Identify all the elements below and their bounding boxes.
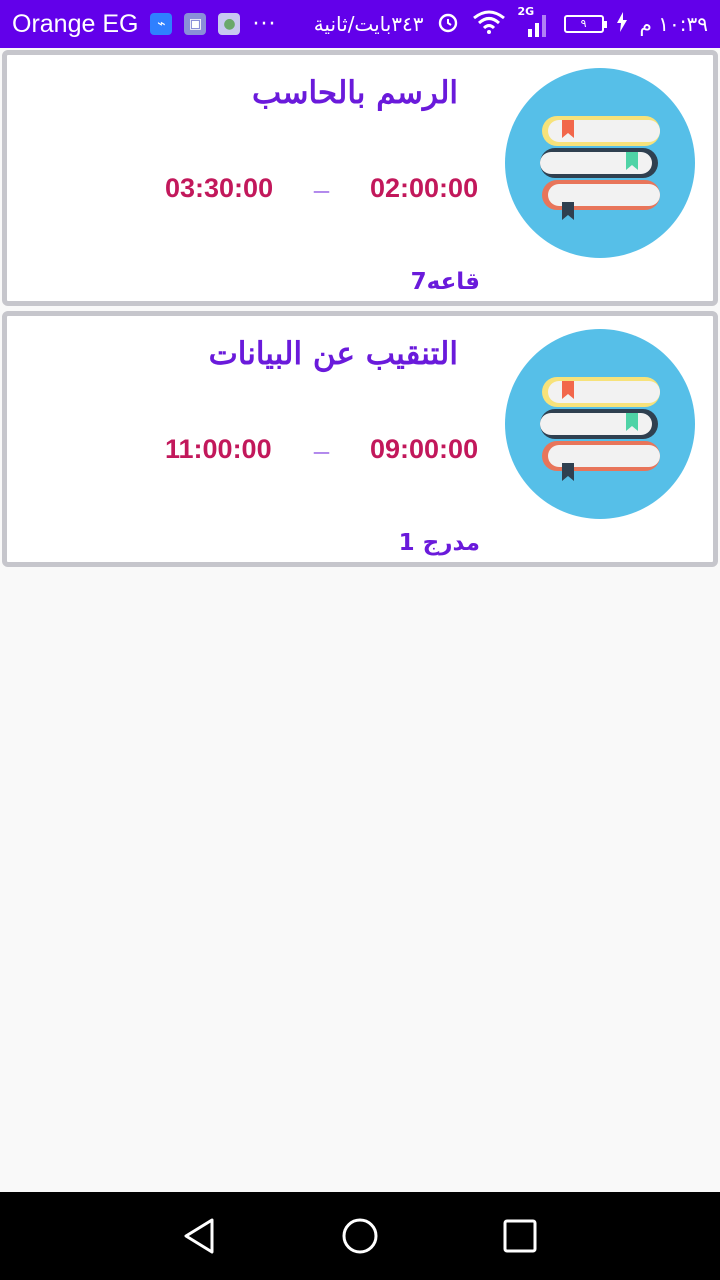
status-bar: Orange EG ⌁ ▣ ● ··· ٣٤٣بايت/ثانية 2G ٩ ١… [0, 0, 720, 48]
wifi-icon [472, 10, 506, 38]
alarm-icon [436, 10, 460, 38]
image-notification-icon: ▣ [184, 13, 207, 35]
navigation-bar [0, 1192, 720, 1280]
battery-icon: ٩ [563, 15, 607, 33]
time-separator: _ [314, 165, 330, 195]
start-time: 09:00:00 [370, 434, 479, 464]
room-label: قاعه7 [410, 269, 480, 295]
lecture-card[interactable]: التنقيب عن البيانات 09:00:00 _ 11:00:00 … [2, 311, 718, 567]
usb-icon: ⌁ [150, 13, 173, 35]
signal-icon: 2G [518, 5, 552, 39]
lecture-list: الرسم بالحاسب 02:00:00 _ 03:30:00 قاعه7 … [0, 48, 720, 567]
room-label: مدرج 1 [398, 530, 480, 556]
recent-square-icon[interactable] [500, 1216, 540, 1256]
android-icon: ● [218, 13, 241, 35]
back-triangle-icon[interactable] [180, 1216, 220, 1256]
books-icon [505, 329, 695, 519]
clock: ١٠:٣٩ م [639, 12, 708, 36]
lecture-title: التنقيب عن البيانات [208, 336, 458, 372]
start-time: 02:00:00 [370, 173, 479, 203]
charging-icon [616, 12, 628, 36]
time-separator: _ [314, 426, 330, 456]
end-time: 03:30:00 [165, 173, 274, 203]
lecture-card[interactable]: الرسم بالحاسب 02:00:00 _ 03:30:00 قاعه7 [2, 50, 718, 306]
lecture-title: الرسم بالحاسب [252, 75, 458, 111]
end-time: 11:00:00 [165, 434, 272, 464]
status-bar-left: Orange EG ⌁ ▣ ● ··· [12, 10, 276, 39]
more-notifications-icon: ··· [252, 11, 277, 37]
status-bar-right: ٣٤٣بايت/ثانية 2G ٩ ١٠:٣٩ م [313, 5, 708, 39]
network-speed: ٣٤٣بايت/ثانية [313, 12, 424, 36]
home-circle-icon[interactable] [340, 1216, 380, 1256]
books-icon [505, 68, 695, 258]
carrier-name: Orange EG [12, 9, 139, 38]
